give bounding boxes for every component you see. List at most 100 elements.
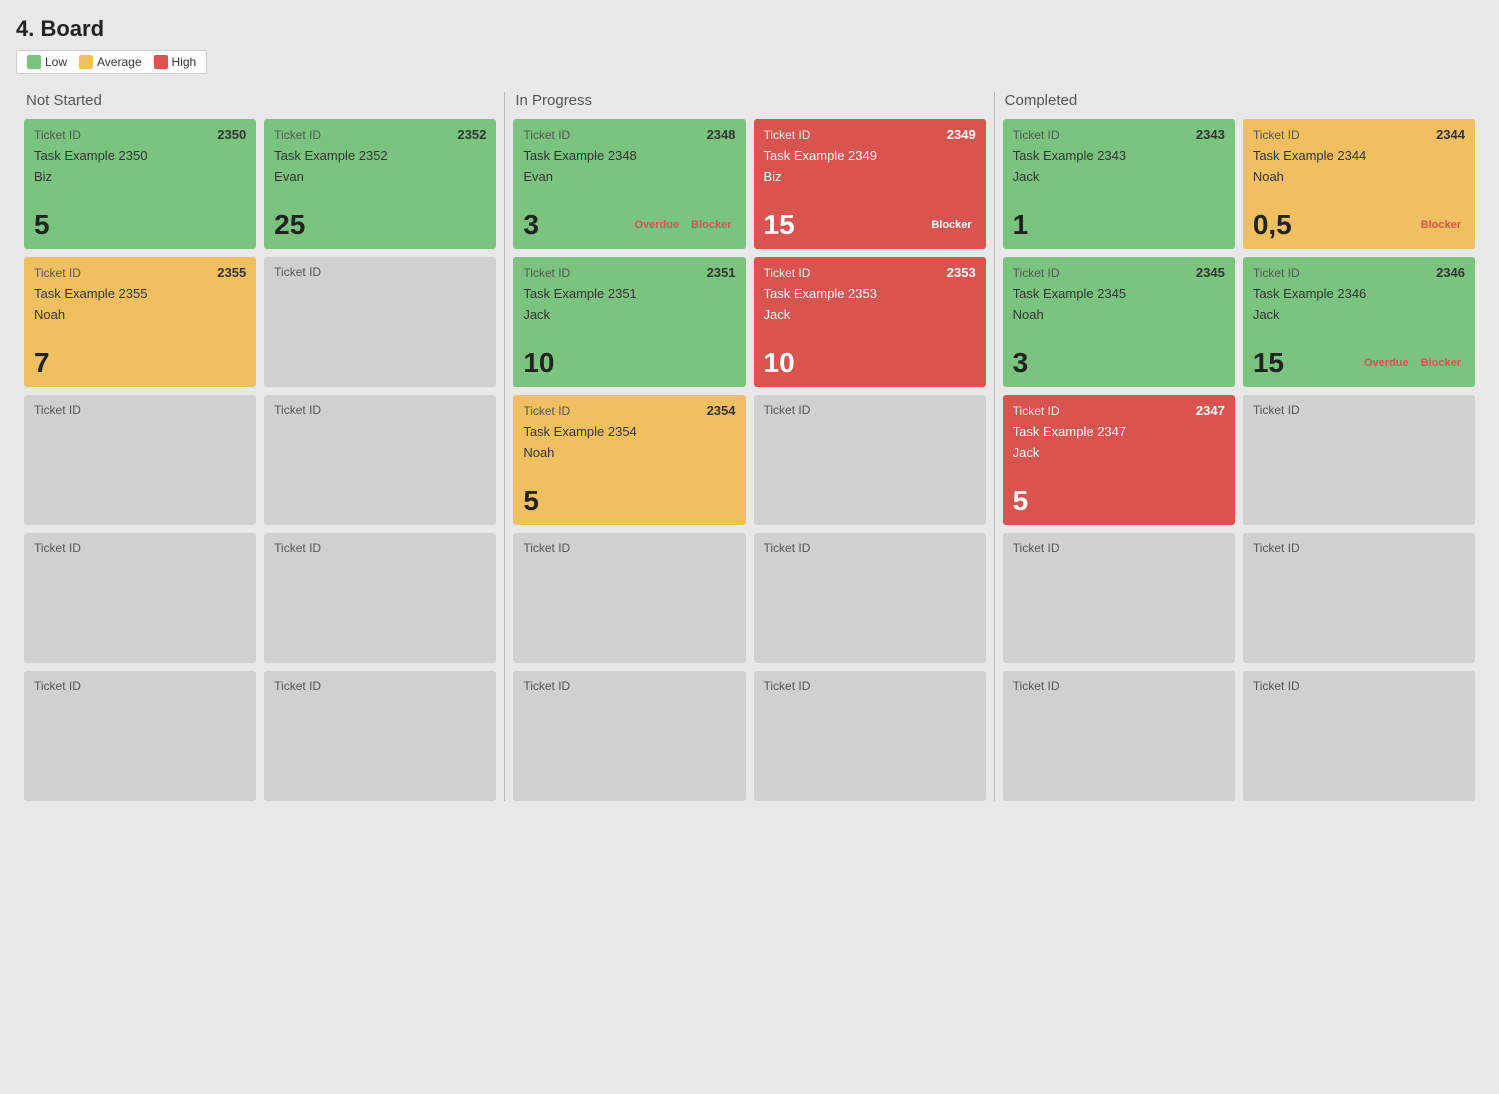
ticket-title: Task Example 2350 [34,148,246,163]
ticket-card[interactable]: Ticket ID [754,533,986,663]
ticket-assignee: Noah [1253,169,1465,184]
ticket-assignee: Jack [764,307,976,322]
ticket-card[interactable]: Ticket ID [1243,533,1475,663]
ticket-title: Task Example 2354 [523,424,735,439]
ticket-points: 5 [523,485,539,517]
ticket-id-value: 2345 [1196,265,1225,280]
ticket-id-label: Ticket ID [764,266,811,280]
ticket-title: Task Example 2352 [274,148,486,163]
column-title: In Progress [513,92,985,109]
ticket-id-value: 2350 [217,127,246,142]
ticket-points: 5 [1013,485,1029,517]
legend: LowAverageHigh [16,50,207,74]
ticket-card[interactable]: Ticket ID [1003,671,1235,801]
ticket-card[interactable]: Ticket ID2344Task Example 2344Noah0,5Blo… [1243,119,1475,249]
ticket-title: Task Example 2355 [34,286,246,301]
ticket-id-label: Ticket ID [274,265,321,279]
ticket-title: Task Example 2353 [764,286,976,301]
ticket-id-value: 2352 [457,127,486,142]
ticket-assignee: Noah [523,445,735,460]
ticket-card[interactable]: Ticket ID2355Task Example 2355Noah7 [24,257,256,387]
ticket-points: 25 [274,209,305,241]
ticket-id-value: 2351 [707,265,736,280]
ticket-card[interactable]: Ticket ID [24,671,256,801]
board-column: In Progress Ticket ID 2348 Task Example 234… [505,92,994,801]
ticket-id-label: Ticket ID [1253,541,1300,555]
ticket-points: 3 [1013,347,1029,379]
ticket-id-label: Ticket ID [1013,541,1060,555]
ticket-card[interactable]: Ticket ID2347Task Example 2347Jack5 [1003,395,1235,525]
ticket-card[interactable]: Ticket ID2346Task Example 2346Jack15Over… [1243,257,1475,387]
ticket-card[interactable]: Ticket ID [24,533,256,663]
ticket-id-label: Ticket ID [764,541,811,555]
ticket-card[interactable]: Ticket ID [754,395,986,525]
ticket-id-label: Ticket ID [523,541,570,555]
ticket-card[interactable]: Ticket ID 2353 Task Example 2353 Jack 10 [754,257,986,387]
ticket-id-label: Ticket ID [1013,266,1060,280]
ticket-assignee: Biz [34,169,246,184]
ticket-card[interactable]: Ticket ID2343Task Example 2343Jack1 [1003,119,1235,249]
ticket-card[interactable]: Ticket ID2345Task Example 2345Noah3 [1003,257,1235,387]
ticket-card[interactable]: Ticket ID [264,533,496,663]
ticket-assignee: Jack [1013,169,1225,184]
ticket-id-label: Ticket ID [764,679,811,693]
ticket-points: 0,5 [1253,209,1292,241]
ticket-id-label: Ticket ID [34,128,81,142]
ticket-id-label: Ticket ID [274,128,321,142]
ticket-assignee: Jack [1253,307,1465,322]
ticket-id-value: 2354 [707,403,736,418]
ticket-points: 3 [523,209,539,241]
board: Not Started Ticket ID 2350 Task Example 235… [16,92,1483,801]
ticket-id-label: Ticket ID [1013,128,1060,142]
ticket-card[interactable]: Ticket ID2348Task Example 2348Evan3Overd… [513,119,745,249]
board-column: Not Started Ticket ID 2350 Task Example 235… [16,92,505,801]
ticket-id-value: 2343 [1196,127,1225,142]
ticket-assignee: Noah [1013,307,1225,322]
ticket-id-label: Ticket ID [274,541,321,555]
ticket-card[interactable]: Ticket ID2349Task Example 2349Biz15Block… [754,119,986,249]
ticket-card[interactable]: Ticket ID [264,257,496,387]
ticket-points: 15 [1253,347,1284,379]
ticket-points: 1 [1013,209,1029,241]
ticket-id-label: Ticket ID [1013,679,1060,693]
ticket-card[interactable]: Ticket ID [1003,533,1235,663]
ticket-points: 10 [764,347,795,379]
ticket-points: 10 [523,347,554,379]
ticket-badge-overdue: Overdue [1360,356,1413,370]
ticket-assignee: Evan [523,169,735,184]
ticket-assignee: Evan [274,169,486,184]
ticket-id-label: Ticket ID [764,128,811,142]
ticket-id-value: 2348 [707,127,736,142]
ticket-id-label: Ticket ID [34,266,81,280]
ticket-card[interactable]: Ticket ID [264,671,496,801]
ticket-assignee: Biz [764,169,976,184]
ticket-id-label: Ticket ID [34,541,81,555]
ticket-id-label: Ticket ID [1253,679,1300,693]
ticket-id-value: 2353 [947,265,976,280]
ticket-card[interactable]: Ticket ID2354Task Example 2354Noah5 [513,395,745,525]
ticket-card[interactable]: Ticket ID [1243,395,1475,525]
ticket-card[interactable]: Ticket ID [1243,671,1475,801]
ticket-card[interactable]: Ticket ID [513,533,745,663]
ticket-id-value: 2347 [1196,403,1225,418]
ticket-card[interactable]: Ticket ID [264,395,496,525]
ticket-badge-blocker: Blocker [687,218,735,232]
ticket-assignee: Jack [523,307,735,322]
ticket-title: Task Example 2346 [1253,286,1465,301]
ticket-card[interactable]: Ticket ID [754,671,986,801]
ticket-id-label: Ticket ID [523,679,570,693]
ticket-points: 7 [34,347,50,379]
ticket-id-label: Ticket ID [523,128,570,142]
ticket-card[interactable]: Ticket ID2350Task Example 2350Biz5 [24,119,256,249]
column-title: Not Started [24,92,496,109]
ticket-title: Task Example 2348 [523,148,735,163]
ticket-id-label: Ticket ID [1253,266,1300,280]
ticket-title: Task Example 2344 [1253,148,1465,163]
ticket-card[interactable]: Ticket ID [24,395,256,525]
ticket-badge-blocker: Blocker [1417,356,1465,370]
ticket-card[interactable]: Ticket ID2351Task Example 2351Jack10 [513,257,745,387]
ticket-badge-blocker: Blocker [927,218,975,232]
ticket-card[interactable]: Ticket ID [513,671,745,801]
ticket-card[interactable]: Ticket ID 2352 Task Example 2352 Evan 25 [264,119,496,249]
legend-item: Low [27,55,67,69]
